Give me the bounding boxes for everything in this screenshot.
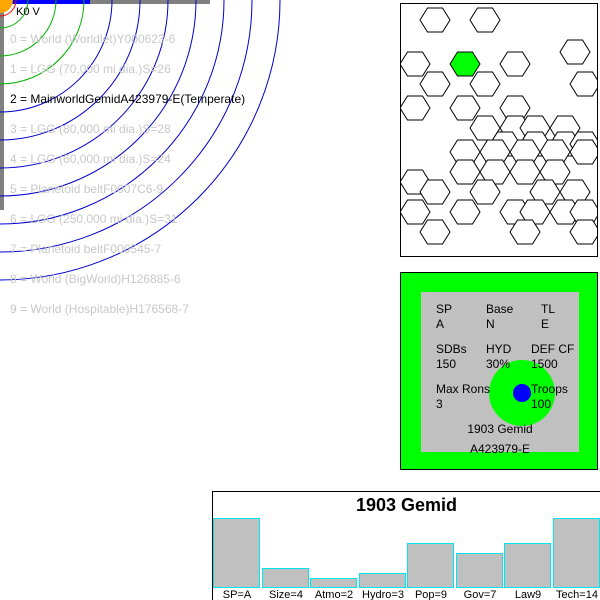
stat-bar-3 <box>359 573 406 588</box>
orbit-label-3[interactable]: 3 = LGG (80,000 mi dia.)S=28 <box>10 122 171 136</box>
hydro-label: HYD <box>486 342 512 356</box>
hex-cell[interactable] <box>559 39 591 65</box>
tech-level-value: E <box>541 317 550 331</box>
orbit-label-9[interactable]: 9 = World (Hospitable)H176568-7 <box>10 302 189 316</box>
troops-label: Troops <box>531 382 568 396</box>
hex-cell[interactable] <box>449 159 481 185</box>
stat-bar-7 <box>553 518 600 588</box>
world-panel: SP A Base N TL E SDBs 150 HYD 30% DEF CF… <box>400 272 598 470</box>
stat-bar-5 <box>456 553 503 588</box>
stat-bar-2 <box>310 578 357 588</box>
tech-level-label: TL <box>541 302 556 316</box>
stat-bar-label-4: Pop=9 <box>414 589 448 600</box>
stat-bar-0 <box>213 518 260 588</box>
orbit-label-1[interactable]: 1 = LGG (70,000 mi dia.)S=26 <box>10 62 171 76</box>
hex-cell[interactable] <box>449 199 481 225</box>
hydro-value: 30% <box>486 357 511 371</box>
sdbs-value: 150 <box>436 357 457 371</box>
stats-panel: 1903 Gemid SP=A Size=4 Atmo=2 Hydro=3 Pop=9 G… <box>212 491 600 600</box>
stat-bar-4 <box>407 543 454 588</box>
world-name: 1903 Gemid <box>467 422 533 436</box>
stat-bar-label-6: Law9 <box>514 589 542 600</box>
troops-value: 100 <box>531 397 552 411</box>
base-value: N <box>486 317 495 331</box>
hex-map[interactable] <box>400 3 598 257</box>
max-rons-label: Max Rons <box>436 382 491 396</box>
stat-bar-label-2: Atmo=2 <box>314 589 354 600</box>
stats-title: 1903 Gemid <box>355 495 458 515</box>
stat-bar-label-0: SP=A <box>222 589 252 600</box>
starport-value: A <box>436 317 445 331</box>
orbit-label-4[interactable]: 4 = LGG (60,000 mi dia.)S=24 <box>10 152 171 166</box>
orbit-label-5[interactable]: 5 = Planetoid beltF0007C6-9 <box>10 182 163 196</box>
orbit-label-0[interactable]: 0 = World (Worldlet)Y000623-6 <box>10 32 175 46</box>
stat-bar-label-7: Tech=14 <box>556 589 598 600</box>
orbit-ring <box>0 0 169 169</box>
orbit-label-7[interactable]: 7 = Planetoid beltF000545-7 <box>10 242 161 256</box>
hex-cell[interactable] <box>469 71 501 97</box>
defense-value: 1500 <box>531 357 558 371</box>
sdbs-label: SDBs <box>436 342 467 356</box>
stat-bar-label-5: Gov=7 <box>463 589 497 600</box>
world-info-box: SP A Base N TL E SDBs 150 HYD 30% DEF CF… <box>421 292 579 456</box>
orbit-label-6[interactable]: 6 = LGG (250,000 mi dia.)S=31 <box>10 212 177 226</box>
star-class-label: K0 V <box>16 6 40 18</box>
hex-cell[interactable] <box>419 219 451 245</box>
stat-bar-label-1: Size=4 <box>269 589 303 600</box>
hex-cell[interactable] <box>569 71 598 97</box>
hex-cell[interactable] <box>419 7 451 33</box>
max-rons-value: 3 <box>436 397 443 411</box>
world-uwp: A423979-E <box>469 442 531 456</box>
hex-cell[interactable] <box>569 219 598 245</box>
stat-bar-6 <box>504 543 551 588</box>
orbit-frame-left <box>0 0 4 210</box>
stat-bar-1 <box>262 568 309 588</box>
hex-cell[interactable] <box>419 71 451 97</box>
stat-bar-label-3: Hydro=3 <box>362 589 404 600</box>
hex-cell[interactable] <box>499 51 531 77</box>
hex-cell[interactable] <box>509 159 541 185</box>
hex-cell[interactable] <box>449 95 481 121</box>
orbit-frame-accent <box>0 0 90 4</box>
hex-cell[interactable] <box>401 95 431 121</box>
orbit-label-2[interactable]: 2 = MainworldGemidA423979-E(Temperate) <box>10 92 245 106</box>
hex-cell[interactable] <box>469 7 501 33</box>
hex-cell-selected[interactable] <box>449 51 481 77</box>
world-core-icon <box>513 384 531 402</box>
starport-label: SP <box>436 302 453 316</box>
base-label: Base <box>486 302 514 316</box>
hex-cell[interactable] <box>401 51 431 77</box>
orbit-label-8[interactable]: 8 = World (BigWorld)H126885-6 <box>10 272 181 286</box>
hex-cell[interactable] <box>401 199 431 225</box>
defense-label: DEF CF <box>531 342 575 356</box>
